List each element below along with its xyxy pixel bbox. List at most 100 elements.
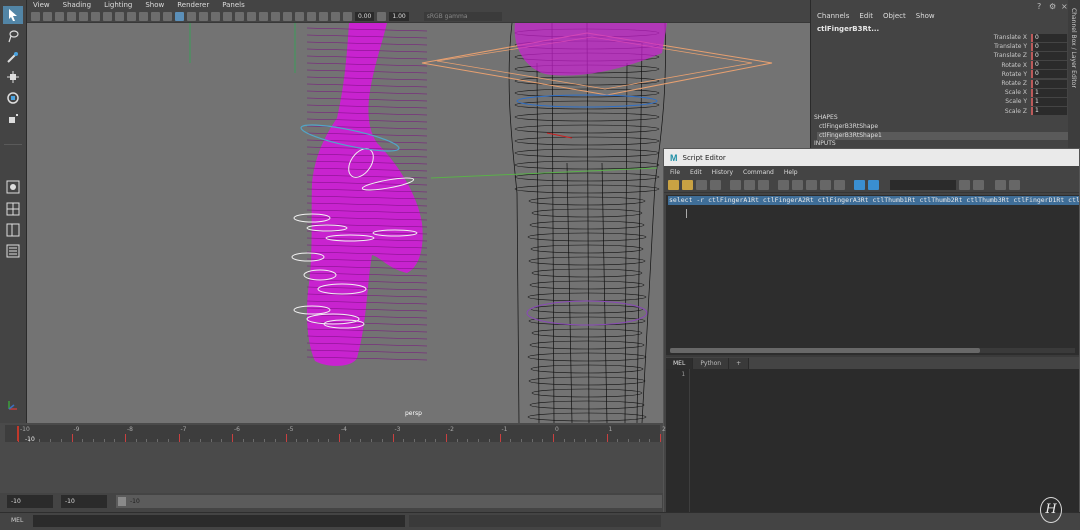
xray-joints-icon[interactable] xyxy=(331,11,340,21)
attribute-row[interactable]: Translate Y 0 xyxy=(961,42,1069,51)
attribute-value-field[interactable]: 0 xyxy=(1031,79,1067,88)
settings-icon[interactable]: ⚙ xyxy=(1049,2,1056,11)
motion-blur-icon[interactable] xyxy=(259,11,268,21)
playhead[interactable] xyxy=(17,426,19,441)
cb-menu-object[interactable]: Object xyxy=(883,12,906,20)
camera-attributes-icon[interactable] xyxy=(43,11,52,21)
input-pane[interactable]: 1 xyxy=(666,369,1079,514)
anim-start-field[interactable]: -10 xyxy=(61,495,107,508)
show-history-icon[interactable] xyxy=(820,180,831,190)
attribute-value-field[interactable]: 0 xyxy=(1031,70,1067,79)
shadows-icon[interactable] xyxy=(235,11,244,21)
time-ruler[interactable]: -10 -9 -8 -7 -6 -5 -4 -3 -2 -1 0 1 2 -10 xyxy=(5,425,666,443)
se-menu-history[interactable]: History xyxy=(712,169,733,176)
default-material-icon[interactable] xyxy=(199,11,208,21)
menu-show[interactable]: Show xyxy=(145,1,164,9)
scale-tool-icon[interactable] xyxy=(3,110,23,128)
attribute-row[interactable]: Scale Z 1 xyxy=(961,107,1069,116)
image-plane-icon[interactable] xyxy=(67,11,76,21)
gate-mask-icon[interactable] xyxy=(127,11,136,21)
clear-all-icon[interactable] xyxy=(806,180,817,190)
history-pane[interactable]: select -r ctlFingerA1Rt ctlFingerA2Rt ct… xyxy=(666,195,1079,355)
close-icon[interactable]: × xyxy=(1061,2,1068,11)
snapshot-icon[interactable] xyxy=(79,11,88,21)
film-gate-icon[interactable] xyxy=(103,11,112,21)
lasso-tool-icon[interactable] xyxy=(3,27,23,45)
xray-icon[interactable] xyxy=(307,11,316,21)
help-icon[interactable]: ? xyxy=(1037,2,1041,11)
attribute-value-field[interactable]: 0 xyxy=(1031,33,1067,42)
gamma-icon[interactable] xyxy=(377,11,387,21)
search-down-icon[interactable] xyxy=(959,180,970,190)
command-language-label[interactable]: MEL xyxy=(11,517,23,524)
search-field[interactable] xyxy=(890,180,956,190)
move-tool-icon[interactable] xyxy=(3,68,23,86)
se-menu-edit[interactable]: Edit xyxy=(690,169,702,176)
xray-active-icon[interactable] xyxy=(319,11,328,21)
se-menu-file[interactable]: File xyxy=(670,169,680,176)
attribute-row[interactable]: Rotate Y 0 xyxy=(961,70,1069,79)
se-menu-help[interactable]: Help xyxy=(784,169,798,176)
ambient-occlusion-icon[interactable] xyxy=(247,11,256,21)
attribute-row[interactable]: Rotate Z 0 xyxy=(961,79,1069,88)
grid-icon[interactable] xyxy=(91,11,100,21)
menu-shading[interactable]: Shading xyxy=(63,1,91,9)
paint-select-tool-icon[interactable] xyxy=(3,48,23,66)
select-tool-icon[interactable] xyxy=(3,6,23,24)
attribute-row[interactable]: Scale Y 1 xyxy=(961,97,1069,106)
field-chart-icon[interactable] xyxy=(139,11,148,21)
cb-menu-channels[interactable]: Channels xyxy=(817,12,849,20)
indent-icon[interactable] xyxy=(1009,180,1020,190)
single-view-icon[interactable] xyxy=(3,178,23,196)
antialiasing-icon[interactable] xyxy=(271,11,280,21)
attribute-row[interactable]: Rotate X 0 xyxy=(961,61,1069,70)
lights-icon[interactable] xyxy=(223,11,232,21)
show-input-icon[interactable] xyxy=(834,180,845,190)
clear-input-icon[interactable] xyxy=(792,180,803,190)
clear-history-icon[interactable] xyxy=(778,180,789,190)
start-time-field[interactable]: -10 xyxy=(7,495,53,508)
cb-menu-show[interactable]: Show xyxy=(916,12,935,20)
two-view-icon[interactable] xyxy=(3,221,23,239)
attribute-value-field[interactable]: 1 xyxy=(1031,97,1067,106)
menu-panels[interactable]: Panels xyxy=(222,1,245,9)
echo-commands-icon[interactable] xyxy=(730,180,741,190)
safe-action-icon[interactable] xyxy=(151,11,160,21)
select-camera-icon[interactable] xyxy=(31,11,40,21)
attribute-value-field[interactable]: 0 xyxy=(1031,51,1067,60)
open-script-icon[interactable] xyxy=(668,180,679,190)
wireframe-icon[interactable] xyxy=(175,11,184,21)
exposure-icon[interactable] xyxy=(343,11,352,21)
save-script-icon[interactable] xyxy=(696,180,707,190)
history-selected-line[interactable]: select -r ctlFingerA1Rt ctlFingerA2Rt ct… xyxy=(668,196,1079,205)
search-up-icon[interactable] xyxy=(973,180,984,190)
channel-box-side-tab[interactable]: Channel Box / Layer Editor xyxy=(1068,0,1080,148)
se-menu-command[interactable]: Command xyxy=(743,169,774,176)
range-grip[interactable] xyxy=(118,497,126,506)
attribute-row[interactable]: Translate Z 0 xyxy=(961,51,1069,60)
shape-item[interactable]: ctlFingerB3RtShape1 xyxy=(817,132,1069,140)
history-scroll-thumb[interactable] xyxy=(670,348,980,353)
smooth-shade-icon[interactable] xyxy=(187,11,196,21)
add-tab-button[interactable]: + xyxy=(729,358,750,369)
attribute-row[interactable]: Translate X 0 xyxy=(961,33,1069,42)
safe-title-icon[interactable] xyxy=(163,11,172,21)
color-space-dropdown[interactable]: sRGB gamma xyxy=(423,11,502,21)
cb-menu-edit[interactable]: Edit xyxy=(859,12,873,20)
tab-mel[interactable]: MEL xyxy=(666,358,694,369)
attribute-value-field[interactable]: 0 xyxy=(1031,42,1067,51)
outliner-view-icon[interactable] xyxy=(3,242,23,260)
shape-item[interactable]: ctlFingerB3RtShape xyxy=(817,123,1069,131)
menu-view[interactable]: View xyxy=(33,1,50,9)
execute-icon[interactable] xyxy=(868,180,879,190)
save-to-shelf-icon[interactable] xyxy=(710,180,721,190)
command-input[interactable] xyxy=(33,515,405,527)
attribute-value-field[interactable]: 0 xyxy=(1031,61,1067,70)
four-view-icon[interactable] xyxy=(3,200,23,218)
execute-all-icon[interactable] xyxy=(854,180,865,190)
attribute-value-field[interactable]: 1 xyxy=(1031,88,1067,97)
menu-lighting[interactable]: Lighting xyxy=(104,1,132,9)
show-line-numbers-icon[interactable] xyxy=(744,180,755,190)
script-editor-titlebar[interactable]: M Script Editor xyxy=(664,149,1079,166)
attribute-value-field[interactable]: 1 xyxy=(1031,107,1067,116)
